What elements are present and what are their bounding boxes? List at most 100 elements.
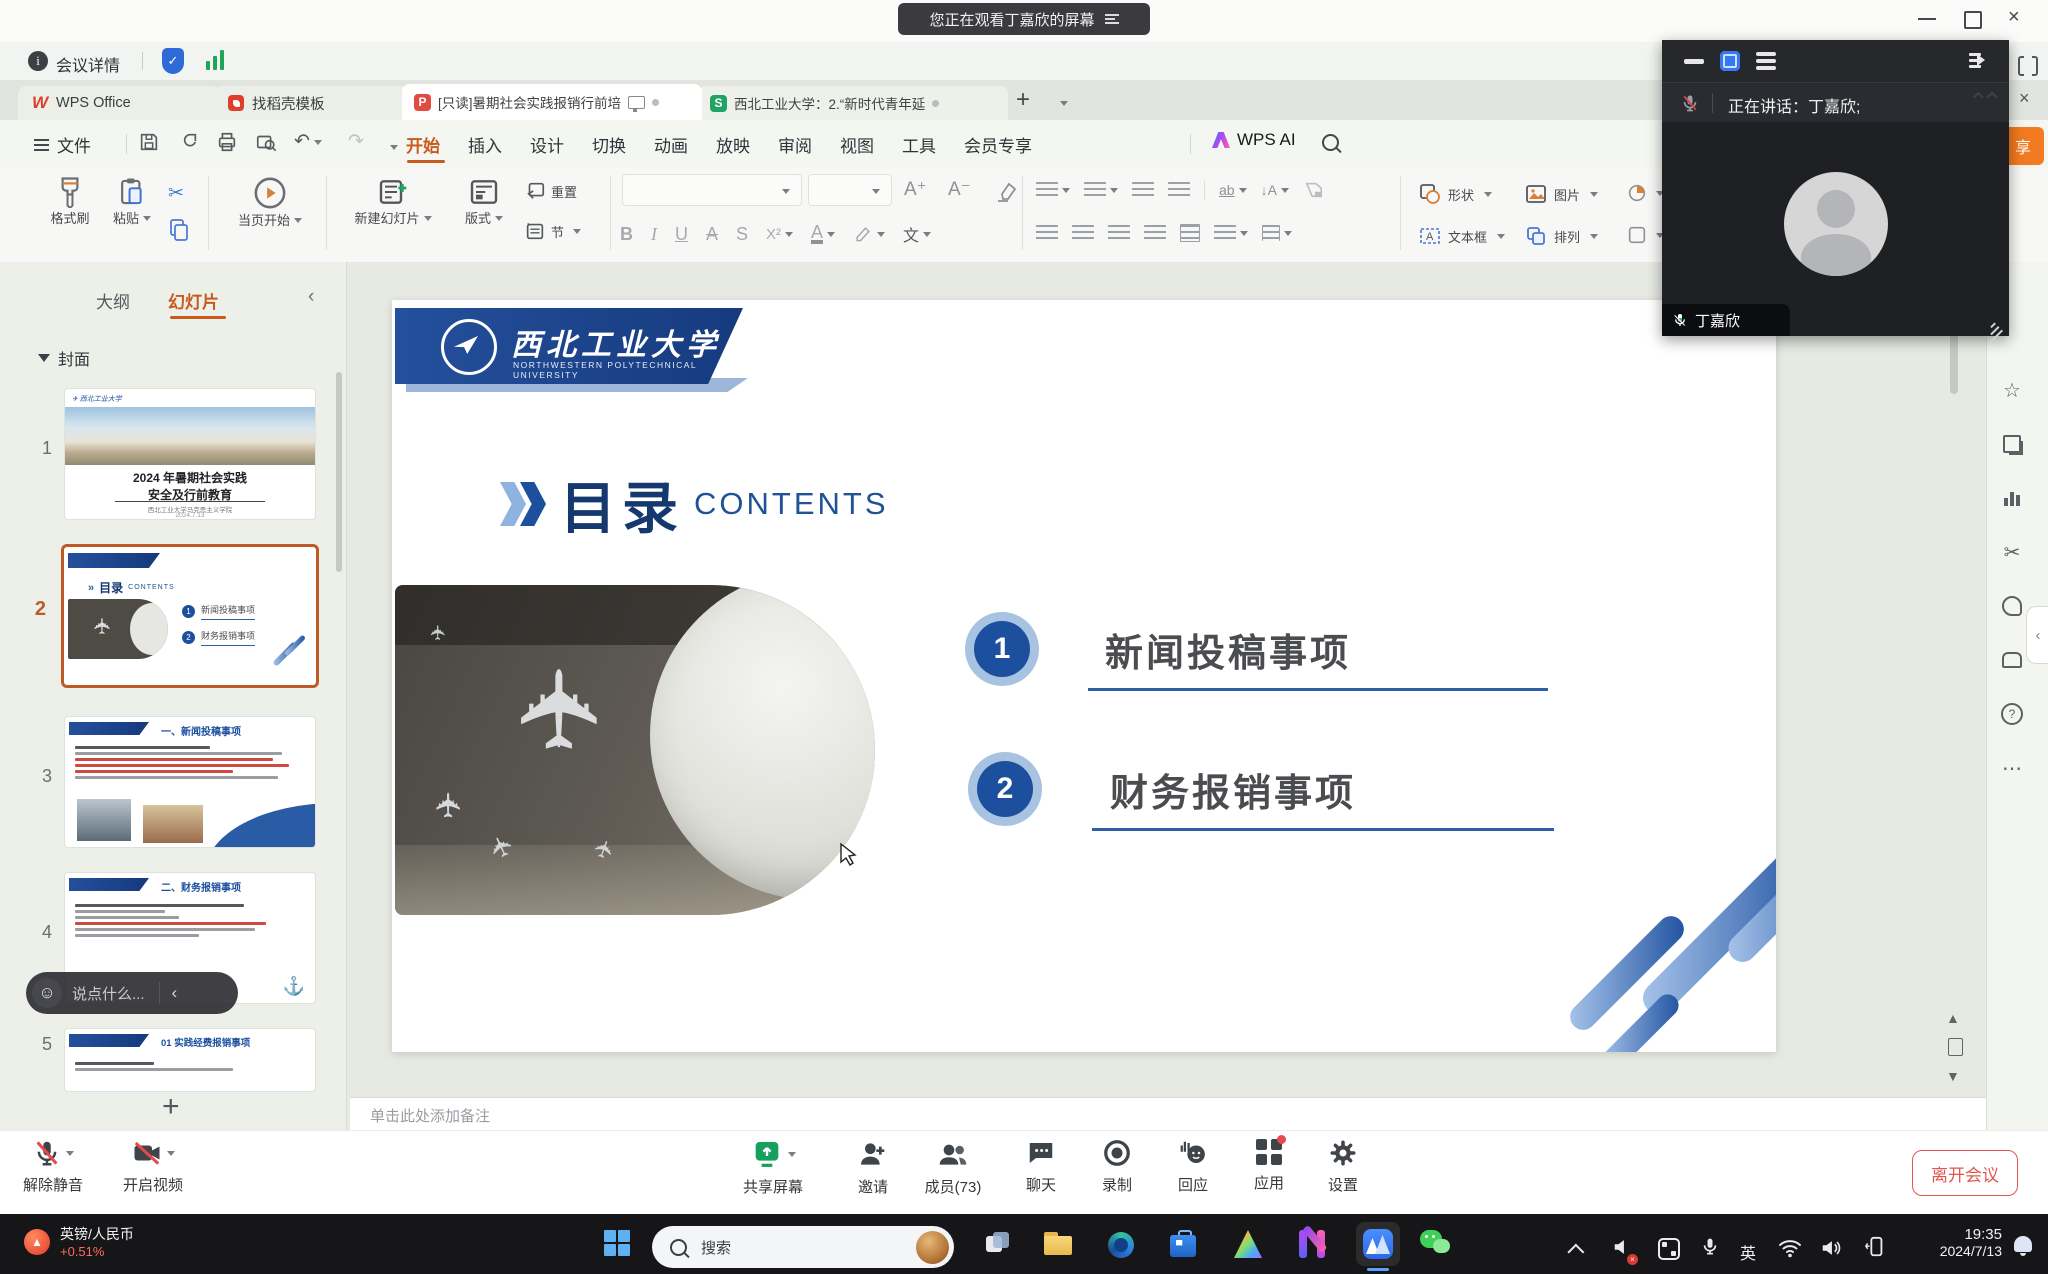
- window-maximize-button[interactable]: [1964, 11, 1982, 29]
- chat-collapse-button[interactable]: ‹: [172, 983, 178, 1003]
- menu-design[interactable]: 设计: [516, 132, 578, 157]
- textbox-button[interactable]: A 文本框: [1418, 224, 1505, 248]
- panel-collapse-button[interactable]: ‹: [308, 286, 314, 308]
- layout-button[interactable]: 版式: [452, 176, 516, 227]
- add-slide-button[interactable]: +: [162, 1090, 180, 1124]
- justify-button[interactable]: [1144, 225, 1166, 241]
- menu-slideshow[interactable]: 放映: [702, 132, 764, 157]
- font-name-chevron[interactable]: [782, 189, 790, 198]
- shapes-button[interactable]: 形状: [1418, 182, 1492, 206]
- play-from-page-button[interactable]: 当页开始: [222, 176, 318, 229]
- underline-button[interactable]: U: [675, 224, 688, 245]
- banner-menu-icon[interactable]: [1105, 12, 1119, 26]
- menu-home[interactable]: 开始: [392, 132, 454, 157]
- tray-phone-link-icon[interactable]: [1864, 1236, 1886, 1258]
- tray-wifi-icon[interactable]: [1778, 1238, 1802, 1258]
- sidebar-collapse-tab[interactable]: ‹: [2026, 606, 2048, 664]
- format-painter-button[interactable]: 格式刷: [40, 176, 100, 227]
- panel-list-icon[interactable]: [1756, 52, 1776, 70]
- notification-bell-icon[interactable]: [2014, 1236, 2032, 1256]
- menu-review[interactable]: 审阅: [764, 132, 826, 157]
- highlight-button[interactable]: [853, 224, 885, 244]
- task-view-icon[interactable]: [986, 1232, 1010, 1256]
- help-icon[interactable]: ?: [1990, 692, 2034, 736]
- new-tab-button[interactable]: +: [1016, 86, 1030, 114]
- line-spacing-button[interactable]: [1214, 225, 1248, 241]
- start-button[interactable]: [604, 1230, 630, 1256]
- edge-browser-icon[interactable]: [1108, 1232, 1134, 1258]
- more-icon[interactable]: ⋯: [1990, 746, 2034, 790]
- menu-insert[interactable]: 插入: [454, 132, 516, 157]
- widgets-button[interactable]: ▲ 英镑/人民币 +0.51%: [24, 1224, 134, 1259]
- file-explorer-icon[interactable]: [1044, 1232, 1072, 1256]
- decrease-indent-button[interactable]: [1132, 182, 1154, 198]
- share-screen-button[interactable]: 共享屏幕: [728, 1138, 818, 1197]
- members-button[interactable]: 成员(73): [908, 1138, 998, 1197]
- clear-format-icon[interactable]: [994, 180, 1018, 204]
- menu-animation[interactable]: 动画: [640, 132, 702, 157]
- toc-title-en[interactable]: CONTENTS: [694, 486, 889, 522]
- shadow-button[interactable]: S: [736, 224, 748, 245]
- quick-chat-pill[interactable]: ☺ 说点什么... ‹: [26, 972, 238, 1014]
- wps-ai-button[interactable]: WPS AI: [1212, 130, 1296, 150]
- emoji-icon[interactable]: ☺: [32, 978, 62, 1008]
- tray-speaker-muted-icon[interactable]: ×: [1612, 1236, 1634, 1263]
- next-slide-button[interactable]: ▼: [1946, 1068, 1960, 1084]
- ms-store-icon[interactable]: [1170, 1230, 1196, 1258]
- copy-button[interactable]: [168, 218, 190, 242]
- thumbnail-scrollbar[interactable]: [336, 372, 342, 572]
- panel-tab-slides[interactable]: 幻灯片: [168, 288, 219, 313]
- panel-tab-outline[interactable]: 大纲: [96, 288, 130, 313]
- arrange-button[interactable]: 排列: [1524, 224, 1598, 248]
- network-signal-icon[interactable]: [206, 50, 224, 70]
- quick-chat-input[interactable]: 说点什么...: [72, 983, 145, 1004]
- distribute-button[interactable]: [1180, 224, 1200, 242]
- font-size-chevron[interactable]: [872, 189, 880, 198]
- notes-bar[interactable]: [350, 1097, 1986, 1131]
- tab-list-chevron[interactable]: [1060, 101, 1068, 110]
- copy-panel-icon[interactable]: [1990, 422, 2034, 466]
- panel-minimize-icon[interactable]: [1684, 59, 1704, 64]
- window-minimize-button[interactable]: [1918, 18, 1936, 20]
- save-icon[interactable]: [138, 131, 160, 153]
- cut-button[interactable]: ✂: [168, 182, 184, 205]
- strikethrough-button[interactable]: A: [706, 224, 718, 245]
- tab-modified-dot[interactable]: [932, 100, 939, 107]
- slide-thumbnail-1[interactable]: ✈ 西北工业大学 2024 年暑期社会实践 安全及行前教育 西北工业大学马克思主…: [64, 388, 316, 520]
- video-options-chevron[interactable]: [167, 1151, 175, 1160]
- tray-mic-icon[interactable]: [1700, 1236, 1720, 1258]
- increase-indent-button[interactable]: [1168, 182, 1190, 198]
- reset-button[interactable]: 重置: [524, 180, 577, 202]
- taskbar-search[interactable]: 搜索: [652, 1226, 954, 1268]
- leave-meeting-button[interactable]: 离开会议: [1912, 1150, 2018, 1196]
- tray-toggle-icon[interactable]: [1658, 1238, 1680, 1260]
- export-icon[interactable]: [177, 131, 199, 153]
- font-color-button[interactable]: A: [811, 224, 835, 244]
- meeting-details-button[interactable]: 会议详情: [56, 52, 120, 76]
- invite-button[interactable]: 邀请: [828, 1138, 918, 1197]
- italic-button[interactable]: I: [651, 224, 657, 245]
- window-close-button[interactable]: ×: [2008, 6, 2020, 29]
- share-options-chevron[interactable]: [788, 1152, 796, 1161]
- file-menu[interactable]: 文件: [34, 132, 91, 157]
- text-tool-button[interactable]: 文: [903, 222, 931, 246]
- unmute-button[interactable]: 解除静音: [8, 1138, 98, 1195]
- align-center-button[interactable]: [1072, 225, 1094, 241]
- outline-color-button[interactable]: [1626, 224, 1664, 246]
- increase-font-button[interactable]: A⁺: [904, 178, 927, 201]
- chart-panel-icon[interactable]: [1990, 476, 2034, 520]
- slide-thumbnail-3[interactable]: 一、新闻投稿事项: [64, 716, 316, 848]
- panel-close-icon[interactable]: ×: [2019, 88, 2030, 109]
- slide-nav-icon[interactable]: [1948, 1038, 1963, 1056]
- purple-n-app-icon[interactable]: [1298, 1230, 1326, 1258]
- notes-placeholder[interactable]: 单击此处添加备注: [370, 1105, 490, 1126]
- start-video-button[interactable]: 开启视频: [108, 1138, 198, 1195]
- align-left-button[interactable]: [1036, 225, 1058, 241]
- meeting-app-icon-active[interactable]: [1356, 1222, 1400, 1266]
- tools-icon[interactable]: ✂: [1990, 530, 2034, 574]
- security-shield-icon[interactable]: ✓: [162, 48, 184, 74]
- tray-clock[interactable]: 19:35 2024/7/13: [1906, 1226, 2002, 1259]
- new-slide-button[interactable]: 新建幻灯片: [338, 176, 448, 227]
- bold-button[interactable]: B: [620, 224, 633, 245]
- menu-tools[interactable]: 工具: [888, 132, 950, 157]
